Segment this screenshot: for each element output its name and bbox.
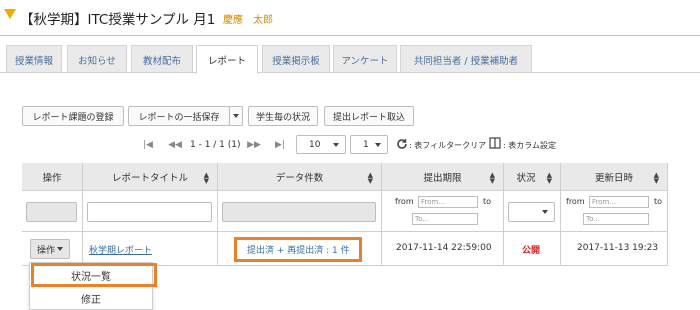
column-settings-label[interactable]: : 表カラム設定 [503,140,556,151]
header-ops: 操作 [22,163,83,191]
caret-down-icon [233,114,239,118]
sort-icon[interactable]: ▲ ▼ [547,172,552,185]
register-report-button[interactable]: レポート課題の登録 [22,106,124,126]
row-cell-deadline: 2017-11-14 22:59:00 [382,232,504,266]
collapse-arrow-icon[interactable] [4,9,16,19]
import-reports-button[interactable]: 提出レポート取込 [324,106,414,126]
header-deadline[interactable]: 提出期限 ▲ ▼ [382,163,504,191]
filter-cell-ops [22,191,83,232]
report-title-link[interactable]: 秋学期レポート [89,243,152,256]
updated-value: 2017-11-13 19:23 [577,243,659,253]
ops-filter-input [26,202,77,222]
header-title[interactable]: レポートタイトル ▲ ▼ [83,163,218,191]
caret-down-icon [57,247,63,251]
row-cell-title: 秋学期レポート [83,232,218,266]
filter-cell-title [83,191,218,232]
page-number-select[interactable]: 1 [350,135,388,154]
menu-item-edit[interactable]: 修正 [30,288,152,308]
row-cell-status: 公開 [504,232,561,266]
filter-cell-status [504,191,561,232]
first-page-icon[interactable]: |◀ [136,136,160,154]
status-badge: 公開 [522,246,541,256]
caret-down-icon [375,143,381,147]
course-title: 【秋学期】ITC授業サンプル 月1 [20,12,216,28]
updated-from-input[interactable]: From... [589,196,649,208]
deadline-to-input[interactable]: To... [412,213,478,225]
tab-bulletin-board[interactable]: 授業掲示板 [262,45,330,73]
deadline-from-input[interactable]: From... [418,196,478,208]
per-student-status-button[interactable]: 学生毎の状況 [248,106,318,126]
sort-icon[interactable]: ▲ ▼ [654,172,659,185]
page-header: 【秋学期】ITC授業サンプル 月1 慶應 太郎 [0,0,700,36]
header-status[interactable]: 状況 ▲ ▼ [504,163,561,191]
refresh-icon[interactable] [396,138,408,150]
tab-co-instructors[interactable]: 共同担当者 / 授業補助者 [400,45,532,73]
header-updated[interactable]: 更新日時 ▲ ▼ [561,163,668,191]
sort-icon[interactable]: ▲ ▼ [490,172,495,185]
next-page-icon[interactable]: ▶▶ [242,136,266,154]
deadline-value: 2017-11-14 22:59:00 [396,243,492,253]
bulk-save-button[interactable]: レポートの一括保存 [128,106,230,126]
sort-icon[interactable]: ▲ ▼ [204,172,209,185]
data-count-filter-input [222,202,376,222]
updated-to-input[interactable]: To... [583,213,649,225]
caret-down-icon [542,210,548,214]
title-filter-input[interactable] [87,202,212,222]
caret-down-icon [333,143,339,147]
tab-reports[interactable]: レポート [196,45,258,74]
status-list-highlight [31,263,157,287]
page-size-select[interactable]: 10 [296,135,346,154]
row-cell-updated: 2017-11-13 19:23 [561,232,668,266]
tab-materials[interactable]: 教材配布 [131,45,193,73]
tabs-divider [0,72,700,73]
columns-icon[interactable] [489,137,501,149]
last-page-icon[interactable]: ▶| [268,136,292,154]
header-data-count[interactable]: データ件数 ▲ ▼ [218,163,382,191]
prev-page-icon[interactable]: ◀◀ [163,136,187,154]
ops-dropdown-button[interactable]: 操作 [30,239,70,259]
filter-cell-data-count [218,191,382,232]
clear-filter-label[interactable]: : 表フィルタークリア [409,140,486,151]
data-count-highlight [234,237,362,262]
status-filter-select[interactable] [508,202,555,222]
tab-survey[interactable]: アンケート [333,45,397,73]
filter-cell-updated: from From... to To... [561,191,668,232]
row-cell-ops: 操作 [22,232,83,266]
bulk-save-dropdown-button[interactable] [229,106,243,126]
user-name: 慶應 太郎 [223,15,273,26]
tab-course-info[interactable]: 授業情報 [6,45,62,73]
filter-cell-deadline: from From... to To... [382,191,504,232]
sort-icon[interactable]: ▲ ▼ [368,172,373,185]
pager-range: 1 - 1 / 1 (1) [190,140,241,150]
tab-announcements[interactable]: お知らせ [67,45,127,73]
